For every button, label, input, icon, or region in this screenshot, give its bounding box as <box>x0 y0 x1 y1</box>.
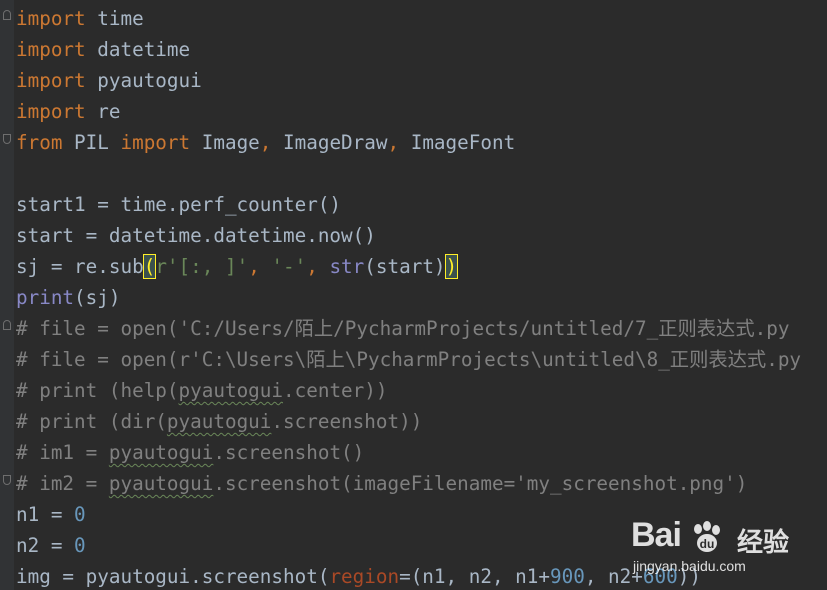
comment: .screenshot() <box>213 441 365 464</box>
code-line-16[interactable]: # im2 = pyautogui.screenshot(imageFilena… <box>16 468 827 499</box>
string-literal: r'[:, ]' <box>155 255 249 278</box>
code-text: pyautogui <box>85 69 202 92</box>
code-text: sj = re.sub <box>16 255 144 278</box>
matched-bracket: ) <box>444 254 459 279</box>
jingyan-text: 经验 <box>737 527 790 557</box>
code-text: PIL <box>62 131 121 154</box>
comment: .screenshot)) <box>271 410 423 433</box>
code-text: ImageFont <box>399 131 516 154</box>
baidu-jingyan-watermark: Bai du 经验 jingyan.baidu.com <box>631 516 821 576</box>
code-line-4[interactable]: import re <box>16 96 827 127</box>
string-literal: '-' <box>271 255 307 278</box>
code-text: (sj) <box>74 286 121 309</box>
keyword: import <box>16 69 86 92</box>
code-line-10[interactable]: print(sj) <box>16 282 827 313</box>
fold-start-icon[interactable] <box>3 320 11 330</box>
code-line-12[interactable]: # file = open(r'C:\Users\陌上\PycharmProje… <box>16 344 827 375</box>
keyword: import <box>16 7 86 30</box>
editor-gutter[interactable] <box>0 0 14 590</box>
keyword: import <box>16 100 86 123</box>
svg-text:du: du <box>700 537 715 551</box>
typo-highlight: pyautogui <box>108 441 214 464</box>
fold-start-icon[interactable] <box>3 10 11 20</box>
code-line-14[interactable]: # print (dir(pyautogui.screenshot)) <box>16 406 827 437</box>
code-text: start1 = time.perf_counter() <box>16 193 342 216</box>
builtin-function: str <box>329 255 365 278</box>
code-line-5[interactable]: from PIL import Image, ImageDraw, ImageF… <box>16 127 827 158</box>
comma: , <box>259 131 272 154</box>
fold-end-icon[interactable] <box>3 134 11 144</box>
comment: # print (dir( <box>16 410 167 433</box>
comment: # im2 = <box>16 472 109 495</box>
keyword: import <box>120 131 191 154</box>
comment: # print (help( <box>16 379 179 402</box>
comment: .center)) <box>283 379 388 402</box>
builtin-function: print <box>16 286 75 309</box>
typo-highlight: pyautogui <box>166 410 272 433</box>
number-literal: 0 <box>74 503 86 526</box>
fold-end-icon[interactable] <box>3 475 11 485</box>
code-text: n1 = <box>16 503 75 526</box>
code-text: time <box>85 7 144 30</box>
comma: , <box>248 255 272 278</box>
code-text: n2 = <box>16 534 75 557</box>
matched-bracket: ( <box>142 254 157 279</box>
code-text: re <box>85 100 121 123</box>
code-text: ImageDraw <box>271 131 388 154</box>
code-line-7[interactable]: start1 = time.perf_counter() <box>16 189 827 220</box>
code-line-6[interactable] <box>16 158 827 189</box>
code-text: (start) <box>364 255 446 278</box>
comma: , <box>306 255 330 278</box>
code-line-1[interactable]: import time <box>16 3 827 34</box>
code-line-9[interactable]: sj = re.sub(r'[:, ]', '-', str(start)) <box>16 251 827 282</box>
paw-icon: du <box>694 521 720 552</box>
typo-highlight: pyautogui <box>108 472 214 495</box>
code-line-11[interactable]: # file = open('C:/Users/陌上/PycharmProjec… <box>16 313 827 344</box>
keyword: import <box>16 38 86 61</box>
code-text: =(n1, n2, n1+ <box>399 565 551 588</box>
code-text: img = pyautogui.screenshot( <box>16 565 330 588</box>
typo-highlight: pyautogui <box>178 379 284 402</box>
comment: # file = open(r'C:\Users\陌上\PycharmProje… <box>16 348 802 371</box>
comment: # file = open('C:/Users/陌上/PycharmProjec… <box>16 317 790 340</box>
baidu-logo-text: Bai <box>631 516 682 554</box>
code-lines[interactable]: import time import datetime import pyaut… <box>16 3 827 590</box>
comment: # im1 = <box>16 441 109 464</box>
code-line-3[interactable]: import pyautogui <box>16 65 827 96</box>
number-literal: 0 <box>74 534 86 557</box>
keyword: from <box>16 131 63 154</box>
code-line-15[interactable]: # im1 = pyautogui.screenshot() <box>16 437 827 468</box>
number-literal: 900 <box>550 565 585 588</box>
code-text: datetime <box>85 38 191 61</box>
keyword-argument: region <box>329 565 400 588</box>
comma: , <box>387 131 400 154</box>
code-line-8[interactable]: start = datetime.datetime.now() <box>16 220 827 251</box>
code-line-13[interactable]: # print (help(pyautogui.center)) <box>16 375 827 406</box>
code-text: Image <box>190 131 260 154</box>
comment: .screenshot(imageFilename='my_screenshot… <box>213 472 748 495</box>
watermark-url: jingyan.baidu.com <box>633 558 746 574</box>
code-editor[interactable]: import time import datetime import pyaut… <box>0 0 827 590</box>
code-line-2[interactable]: import datetime <box>16 34 827 65</box>
code-text: start = datetime.datetime.now() <box>16 224 376 247</box>
